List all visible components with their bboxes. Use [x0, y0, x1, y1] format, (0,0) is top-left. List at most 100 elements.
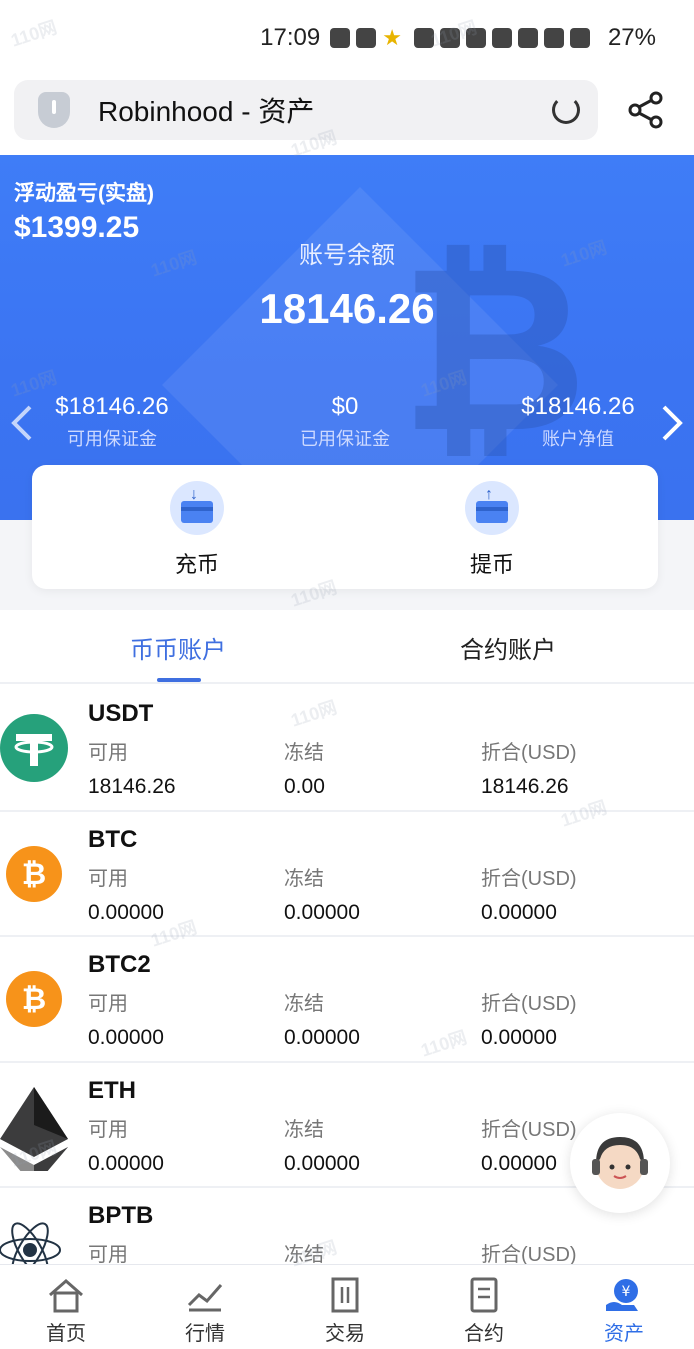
- asset-row-usdt[interactable]: USDT 可用 18146.26 冻结 0.00 折合(USD) 18146.2…: [0, 686, 694, 812]
- withdraw-button[interactable]: ↑ 提币: [432, 481, 552, 579]
- converted-label: 折合(USD): [481, 1244, 577, 1266]
- asset-row-btc[interactable]: ₿ BTC 可用 0.00000 冻结 0.00000 折合(USD) 0.00…: [0, 811, 694, 937]
- available-value: 0.00000: [88, 900, 164, 924]
- trade-icon: [331, 1277, 359, 1313]
- star-icon: ★: [382, 25, 402, 50]
- converted-label: 折合(USD): [481, 993, 577, 1015]
- margin-stats: $18146.26 可用保证金 $0 已用保证金 $18146.26 账户净值: [0, 393, 694, 453]
- key-icon: [413, 28, 434, 48]
- deposit-label: 充币: [174, 552, 219, 577]
- nav-assets[interactable]: ¥ 资产: [574, 1277, 674, 1346]
- frozen-col: 冻结: [284, 1238, 324, 1267]
- nav-contract[interactable]: 合约: [434, 1277, 534, 1346]
- frozen-label: 冻结: [284, 1118, 324, 1141]
- available-value: 0.00000: [88, 1151, 164, 1175]
- account-equity-value: $18146.26: [521, 393, 635, 420]
- eth-icon: [0, 1086, 68, 1171]
- nav-market-label: 行情: [185, 1323, 225, 1345]
- app-icon: [356, 28, 377, 48]
- available-col: 可用 0.00000: [88, 1113, 164, 1176]
- available-col: 可用 18146.26: [88, 736, 176, 799]
- used-margin-value: $0: [331, 393, 359, 420]
- assets-icon: ¥: [606, 1279, 638, 1311]
- converted-label: 折合(USD): [481, 1118, 577, 1141]
- home-icon: [49, 1279, 83, 1313]
- account-tabs: 币币账户 合约账户: [0, 610, 694, 684]
- btc-icon: ₿: [6, 845, 62, 902]
- customer-support-button[interactable]: [570, 1113, 670, 1213]
- converted-label: 折合(USD): [481, 742, 577, 764]
- deposit-icon: ↓: [170, 481, 224, 535]
- frozen-col: 冻结 0.00: [284, 736, 325, 799]
- system-icons: [413, 28, 590, 48]
- converted-col: 折合(USD) 18146.26: [481, 736, 577, 799]
- frozen-label: 冻结: [284, 993, 324, 1015]
- withdraw-label: 提币: [469, 552, 514, 577]
- reload-icon[interactable]: [552, 96, 580, 124]
- asset-row-btc2[interactable]: ₿ BTC2 可用 0.00000 冻结 0.00000 折合(USD) 0.0…: [0, 937, 694, 1063]
- frozen-label: 冻结: [284, 742, 324, 764]
- used-margin: $0 已用保证金: [255, 393, 435, 451]
- account-equity-label: 账户净值: [542, 429, 614, 449]
- available-col: 可用: [88, 1238, 128, 1267]
- battery-icon: [569, 28, 590, 48]
- assets-page: 17:09 ★ 27% Robinhood - 资产 ₿ 浮动盈亏(实盘) $1…: [0, 0, 694, 1349]
- converted-value: 18146.26: [481, 775, 569, 798]
- converted-value: 0.00000: [481, 1026, 557, 1049]
- available-label: 可用: [88, 742, 128, 764]
- available-margin-value: $18146.26: [55, 393, 169, 420]
- balance-label: 账号余额: [299, 242, 395, 269]
- alarm-icon: [439, 28, 460, 48]
- asset-symbol: BPTB: [88, 1202, 154, 1229]
- usdt-icon: [0, 714, 68, 782]
- available-label: 可用: [88, 867, 128, 890]
- battery-percent: 27%: [607, 24, 656, 51]
- converted-label: 折合(USD): [481, 867, 577, 890]
- withdraw-icon: ↑: [465, 481, 519, 535]
- market-icon: [187, 1284, 223, 1312]
- status-bar: 17:09 ★ 27%: [0, 0, 694, 76]
- available-value: 18146.26: [88, 775, 176, 798]
- available-label: 可用: [88, 1244, 128, 1266]
- converted-value: 0.00000: [481, 1151, 557, 1175]
- tab-contract-account[interactable]: 合约账户: [460, 630, 556, 665]
- active-tab-indicator: [157, 678, 201, 682]
- nav-trade[interactable]: 交易: [295, 1277, 395, 1346]
- converted-col: 折合(USD): [481, 1238, 577, 1267]
- deposit-withdraw-card: ↓ 充币 ↑ 提币: [32, 465, 658, 589]
- frozen-label: 冻结: [284, 1244, 324, 1266]
- share-icon[interactable]: [626, 90, 666, 130]
- converted-col: 折合(USD) 0.00000: [481, 1113, 577, 1176]
- available-margin: $18146.26 可用保证金: [22, 393, 202, 451]
- frozen-value: 0.00000: [284, 1026, 360, 1049]
- frozen-value: 0.00: [284, 775, 325, 798]
- shield-icon: [38, 92, 70, 128]
- nav-market[interactable]: 行情: [155, 1277, 255, 1346]
- used-margin-label: 已用保证金: [300, 429, 390, 449]
- tab-spot-account[interactable]: 币币账户: [130, 630, 226, 665]
- deposit-button[interactable]: ↓ 充币: [137, 481, 257, 579]
- nav-assets-label: 资产: [604, 1323, 644, 1345]
- nav-home-label: 首页: [46, 1323, 86, 1345]
- bluetooth-icon: [465, 28, 486, 48]
- account-equity: $18146.26 账户净值: [488, 393, 668, 451]
- vibrate-icon: [491, 28, 512, 48]
- nav-trade-label: 交易: [325, 1323, 365, 1345]
- asset-symbol: USDT: [88, 700, 154, 727]
- frozen-col: 冻结 0.00000: [284, 1113, 360, 1176]
- bottom-nav: 首页 行情 交易 合约 ¥ 资产: [0, 1264, 694, 1349]
- asset-list: USDT 可用 18146.26 冻结 0.00 折合(USD) 18146.2…: [0, 686, 694, 1314]
- browser-title-bar[interactable]: Robinhood - 资产: [14, 80, 598, 140]
- frozen-col: 冻结 0.00000: [284, 987, 360, 1050]
- available-label: 可用: [88, 993, 128, 1015]
- svg-text:₿: ₿: [22, 857, 46, 892]
- frozen-label: 冻结: [284, 867, 324, 890]
- frozen-value: 0.00000: [284, 1151, 360, 1175]
- wifi-icon: [517, 28, 538, 48]
- balance-value: 18146.26: [259, 285, 435, 332]
- converted-value: 0.00000: [481, 900, 557, 924]
- svg-text:₿: ₿: [22, 982, 46, 1017]
- floating-pl-label: 浮动盈亏(实盘): [14, 182, 154, 205]
- nav-home[interactable]: 首页: [16, 1277, 116, 1346]
- frozen-value: 0.00000: [284, 900, 360, 924]
